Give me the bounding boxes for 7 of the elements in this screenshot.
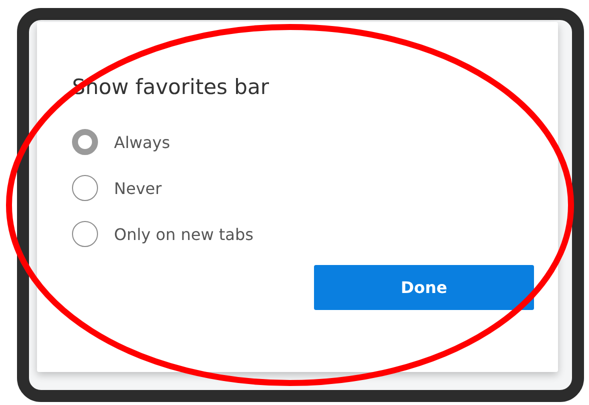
radio-button[interactable]: [72, 221, 98, 247]
done-button[interactable]: Done: [314, 265, 534, 310]
radio-button[interactable]: [72, 175, 98, 201]
option-label: Only on new tabs: [114, 224, 254, 244]
radio-button[interactable]: [72, 129, 98, 155]
option-label: Never: [114, 178, 162, 198]
option-label: Always: [114, 132, 170, 152]
